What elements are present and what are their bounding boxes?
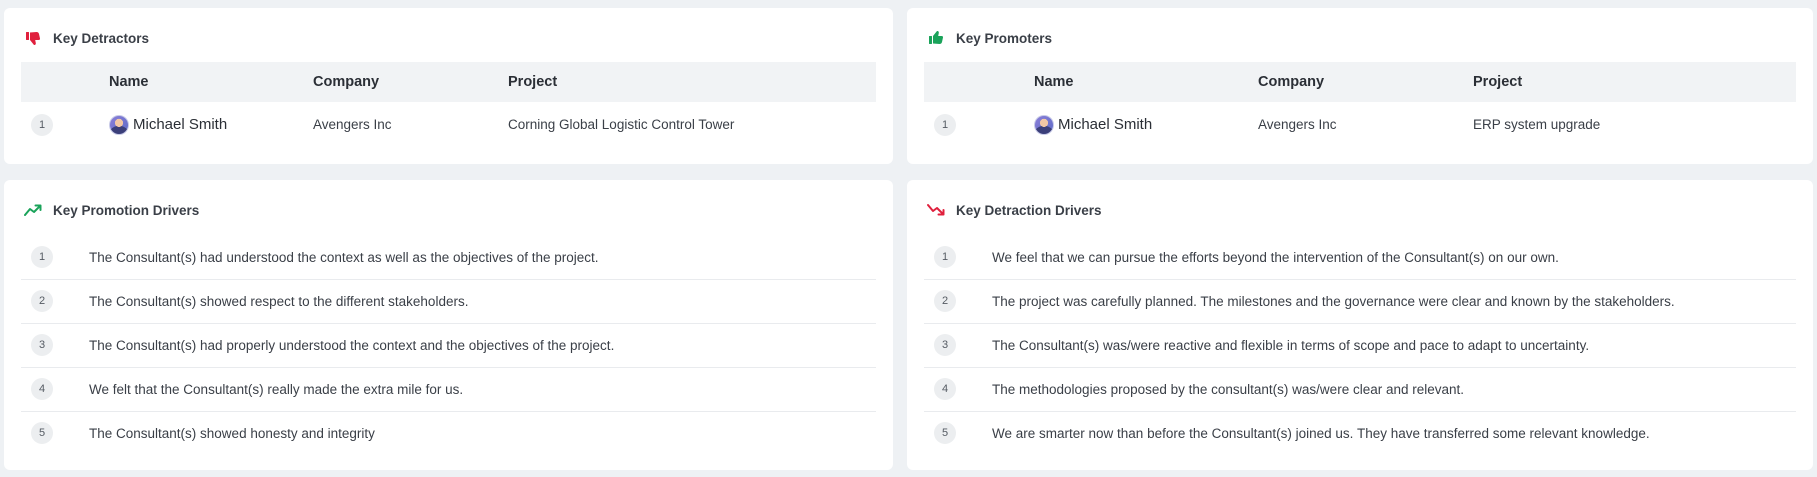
list-item: 5 We are smarter now than before the Con… xyxy=(924,412,1796,456)
card-title: Key Detractors xyxy=(53,30,150,46)
key-promotion-drivers-card: Key Promotion Drivers 1 The Consultant(s… xyxy=(4,180,893,470)
card-title: Key Detraction Drivers xyxy=(956,202,1102,218)
item-number-badge: 5 xyxy=(31,422,53,444)
list-item: 1 The Consultant(s) had understood the c… xyxy=(21,236,876,280)
card-title: Key Promotion Drivers xyxy=(53,202,200,218)
table-header: Name Company Project xyxy=(21,62,876,102)
list-item: 2 The project was carefully planned. The… xyxy=(924,280,1796,324)
column-header-company[interactable]: Company xyxy=(313,62,379,102)
avatar xyxy=(1034,115,1054,135)
list-item: 4 We felt that the Consultant(s) really … xyxy=(21,368,876,412)
column-header-project[interactable]: Project xyxy=(1473,62,1522,102)
row-number-badge: 1 xyxy=(31,114,53,136)
driver-text: We are smarter now than before the Consu… xyxy=(992,426,1650,441)
key-detractors-card: Key Detractors Name Company Project 1 Mi… xyxy=(4,8,893,164)
card-title: Key Promoters xyxy=(956,30,1053,46)
thumbs-up-icon xyxy=(926,28,946,48)
project-cell: Corning Global Logistic Control Tower xyxy=(508,117,735,132)
column-header-name[interactable]: Name xyxy=(109,62,149,102)
driver-text: The Consultant(s) had understood the con… xyxy=(89,250,599,265)
list-item: 5 The Consultant(s) showed honesty and i… xyxy=(21,412,876,456)
item-number-badge: 3 xyxy=(934,334,956,356)
driver-text: The Consultant(s) was/were reactive and … xyxy=(992,338,1590,353)
key-promotion-drivers-header: Key Promotion Drivers xyxy=(23,200,199,220)
driver-text: The Consultant(s) showed respect to the … xyxy=(89,294,469,309)
item-number-badge: 1 xyxy=(31,246,53,268)
driver-text: We felt that the Consultant(s) really ma… xyxy=(89,382,464,397)
table-row[interactable]: 1 Michael Smith Avengers Inc Corning Glo… xyxy=(21,102,876,148)
driver-text: The methodologies proposed by the consul… xyxy=(992,382,1465,397)
list-item: 3 The Consultant(s) had properly underst… xyxy=(21,324,876,368)
company-cell: Avengers Inc xyxy=(313,117,392,132)
list-item: 2 The Consultant(s) showed respect to th… xyxy=(21,280,876,324)
list-item: 4 The methodologies proposed by the cons… xyxy=(924,368,1796,412)
thumbs-down-icon xyxy=(23,28,43,48)
name-cell: Michael Smith xyxy=(109,102,227,148)
column-header-project[interactable]: Project xyxy=(508,62,557,102)
key-detraction-drivers-header: Key Detraction Drivers xyxy=(926,200,1102,220)
person-name[interactable]: Michael Smith xyxy=(1058,102,1152,148)
item-number-badge: 1 xyxy=(934,246,956,268)
detraction-drivers-list: 1 We feel that we can pursue the efforts… xyxy=(924,236,1796,456)
column-header-company[interactable]: Company xyxy=(1258,62,1324,102)
item-number-badge: 5 xyxy=(934,422,956,444)
name-cell: Michael Smith xyxy=(1034,102,1152,148)
item-number-badge: 2 xyxy=(31,290,53,312)
trend-up-icon xyxy=(23,200,43,220)
list-item: 1 We feel that we can pursue the efforts… xyxy=(924,236,1796,280)
promotion-drivers-list: 1 The Consultant(s) had understood the c… xyxy=(21,236,876,456)
driver-text: The project was carefully planned. The m… xyxy=(992,294,1675,309)
key-detraction-drivers-card: Key Detraction Drivers 1 We feel that we… xyxy=(907,180,1813,470)
list-item: 3 The Consultant(s) was/were reactive an… xyxy=(924,324,1796,368)
item-number-badge: 4 xyxy=(934,378,956,400)
item-number-badge: 3 xyxy=(31,334,53,356)
row-number-badge: 1 xyxy=(934,114,956,136)
project-cell: ERP system upgrade xyxy=(1473,117,1601,132)
driver-text: The Consultant(s) showed honesty and int… xyxy=(89,426,375,441)
person-name[interactable]: Michael Smith xyxy=(133,102,227,148)
key-detractors-header: Key Detractors xyxy=(23,28,149,48)
key-promoters-header: Key Promoters xyxy=(926,28,1052,48)
table-header: Name Company Project xyxy=(924,62,1796,102)
key-promoters-card: Key Promoters Name Company Project 1 Mic… xyxy=(907,8,1813,164)
company-cell: Avengers Inc xyxy=(1258,117,1337,132)
driver-text: The Consultant(s) had properly understoo… xyxy=(89,338,615,353)
table-row[interactable]: 1 Michael Smith Avengers Inc ERP system … xyxy=(924,102,1796,148)
driver-text: We feel that we can pursue the efforts b… xyxy=(992,250,1559,265)
trend-down-icon xyxy=(926,200,946,220)
avatar xyxy=(109,115,129,135)
item-number-badge: 2 xyxy=(934,290,956,312)
column-header-name[interactable]: Name xyxy=(1034,62,1074,102)
item-number-badge: 4 xyxy=(31,378,53,400)
